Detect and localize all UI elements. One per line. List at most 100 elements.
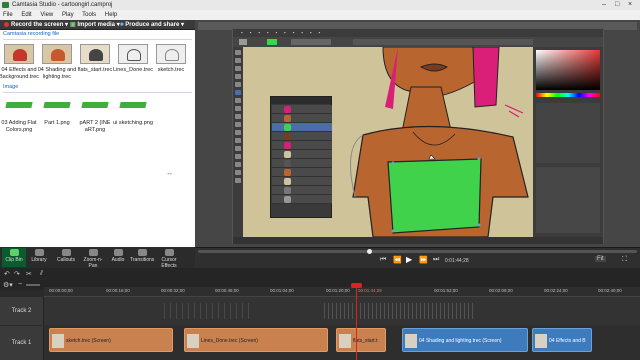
- ruler-tick: 00:00:16;00: [106, 288, 130, 293]
- clip-bin-icon: [9, 249, 19, 256]
- scrub-bar[interactable]: [198, 250, 637, 253]
- transitions-icon: [137, 249, 147, 256]
- rewind-icon[interactable]: ⏮: [380, 256, 386, 264]
- menu-view[interactable]: View: [40, 12, 53, 18]
- ruler-tick: 00:02:40;00: [598, 288, 622, 293]
- recorded-app-status-bar: [233, 237, 603, 244]
- cut-icon[interactable]: ✂: [26, 270, 32, 278]
- image-name: ui sketching.png: [113, 120, 153, 126]
- recorded-app-toolbox: [233, 47, 243, 237]
- timeline-clip[interactable]: flats_start.t: [336, 328, 386, 352]
- minimize-button[interactable]: –: [602, 0, 606, 10]
- recorded-app-right-panels: [533, 47, 603, 237]
- menu-file[interactable]: File: [3, 12, 13, 18]
- recording-name: 04 Effects and Background.trec: [0, 67, 40, 80]
- timeline-clip[interactable]: 04 Shading and lighting.trec (Screen): [402, 328, 528, 352]
- close-button[interactable]: ×: [628, 0, 632, 10]
- image-thumbnail[interactable]: [4, 96, 34, 116]
- cursor-effects-icon: [164, 249, 174, 256]
- tab-clip-bin[interactable]: Clip Bin: [2, 248, 26, 267]
- recording-thumbnail[interactable]: [42, 44, 72, 64]
- menu-edit[interactable]: Edit: [21, 12, 31, 18]
- resize-cursor-icon: ↔: [166, 170, 173, 177]
- zoom-icon: [88, 249, 98, 256]
- ruler-tick: 00:00:48;00: [215, 288, 239, 293]
- ruler-tick: 00:02:08;00: [489, 288, 513, 293]
- timeline-clip[interactable]: Lines_Done.trec (Screen): [184, 328, 328, 352]
- tab-library[interactable]: Library: [27, 248, 51, 267]
- library-icon: [34, 249, 44, 256]
- zoom-select[interactable]: Fit: [595, 256, 606, 262]
- recordings-section-title: Camtasia recording file: [3, 31, 60, 37]
- tab-zoom-n-pan[interactable]: Zoom-n-Pan: [81, 248, 105, 269]
- import-media-button[interactable]: ▣ Import media ▾: [70, 20, 120, 30]
- recording-thumbnail[interactable]: [156, 44, 186, 64]
- menu-play[interactable]: Play: [62, 12, 74, 18]
- record-icon: [4, 22, 9, 27]
- time-ruler[interactable]: 00:00:00;00 00:00:16;00 00:00:32;00 00:0…: [44, 287, 640, 297]
- tab-transitions[interactable]: Transitions: [130, 248, 154, 267]
- audio-icon: [113, 249, 123, 256]
- timeline-tracks: Track 2 Track 1 sketch.trec (Screen) Lin…: [0, 297, 640, 360]
- clip-bin-panel: Camtasia recording file 04 Effects and B…: [0, 30, 195, 247]
- maximize-button[interactable]: □: [615, 0, 619, 10]
- tab-audio[interactable]: Audio: [106, 248, 130, 267]
- playhead[interactable]: [356, 283, 357, 360]
- recording-name: 04 Shading and lighting.trec: [37, 67, 77, 80]
- timeline-clip[interactable]: 04 Effects and B: [532, 328, 592, 352]
- record-screen-button[interactable]: Record the screen ▾: [4, 20, 68, 30]
- image-thumbnail[interactable]: [118, 96, 148, 116]
- title-bar: Camtasia Studio - cartoongirl.camproj – …: [0, 0, 640, 10]
- recording-name: Lines_Done.trec: [112, 67, 154, 73]
- tab-callouts[interactable]: Callouts: [54, 248, 78, 267]
- recorded-app-menubar: ▪ ▪ ▪ ▪ ▪ ▪ ▪ ▪ ▪ ▪: [233, 29, 603, 37]
- current-time: 0:01:44;28: [445, 258, 469, 264]
- recording-thumbnail[interactable]: [118, 44, 148, 64]
- playback-bar: ⏮ ⏪ ▶ ⏩ ⏭ 0:01:44;28 Fit ⛶: [195, 247, 640, 268]
- timeline-clip[interactable]: sketch.trec (Screen): [49, 328, 173, 352]
- recorded-app-options-bar: [233, 37, 603, 47]
- scrub-handle[interactable]: [367, 249, 372, 254]
- fullscreen-icon[interactable]: ⛶: [622, 256, 627, 264]
- produce-share-button[interactable]: ■ Produce and share ▾: [120, 20, 184, 30]
- ruler-tick: 00:01:20;00: [326, 288, 350, 293]
- tab-cursor-effects[interactable]: Cursor Effects: [157, 248, 181, 269]
- image-thumbnail[interactable]: [42, 96, 72, 116]
- ruler-tick: 00:01:52;00: [434, 288, 458, 293]
- undo-icon[interactable]: ↶: [4, 270, 10, 278]
- track-2-lane[interactable]: [44, 297, 640, 325]
- recording-thumbnail[interactable]: [4, 44, 34, 64]
- main-toolbar: Record the screen ▾ ▣ Import media ▾ ■ P…: [0, 20, 195, 30]
- image-thumbnail[interactable]: [80, 96, 110, 116]
- ruler-tick: 00:01:04;00: [270, 288, 294, 293]
- split-icon[interactable]: ⫽: [40, 270, 43, 278]
- recording-thumbnail[interactable]: [80, 44, 110, 64]
- step-forward-icon[interactable]: ⏩: [419, 256, 428, 264]
- callouts-icon: [61, 249, 71, 256]
- image-name: Part 1.png: [44, 120, 70, 126]
- import-icon: ▣: [70, 22, 76, 28]
- redo-icon[interactable]: ↷: [14, 270, 20, 278]
- task-tabs: Clip Bin Library Callouts Zoom-n-Pan Aud…: [0, 247, 195, 269]
- timeline-settings-icon[interactable]: ⚙▾: [3, 281, 13, 289]
- skip-end-icon[interactable]: ⏭: [433, 256, 439, 264]
- step-back-icon[interactable]: ⏪: [393, 256, 402, 264]
- zoom-slider[interactable]: [26, 284, 40, 286]
- window-title: Camtasia Studio - cartoongirl.camproj: [12, 2, 113, 8]
- menu-help[interactable]: Help: [105, 12, 117, 18]
- track-name-1[interactable]: Track 1: [0, 326, 44, 360]
- images-section-title: Image: [3, 84, 19, 90]
- camtasia-app-icon: [2, 2, 9, 8]
- play-button[interactable]: ▶: [406, 255, 412, 264]
- image-name: pART 2 (INE aRT.png: [79, 120, 111, 133]
- recorded-layers-panel: [270, 96, 332, 218]
- track-name-2[interactable]: Track 2: [0, 297, 44, 325]
- recording-name: flats_start.trec: [77, 67, 113, 73]
- ruler-playhead-time: 00:01:44;28: [358, 288, 382, 293]
- zoom-out-icon[interactable]: −: [18, 281, 22, 288]
- ruler-tick: 00:00:32;00: [161, 288, 185, 293]
- menu-tools[interactable]: Tools: [82, 12, 96, 18]
- menu-bar: File Edit View Play Tools Help: [0, 10, 640, 20]
- divider: [3, 39, 192, 40]
- ruler-tick: 00:00:00;00: [49, 288, 73, 293]
